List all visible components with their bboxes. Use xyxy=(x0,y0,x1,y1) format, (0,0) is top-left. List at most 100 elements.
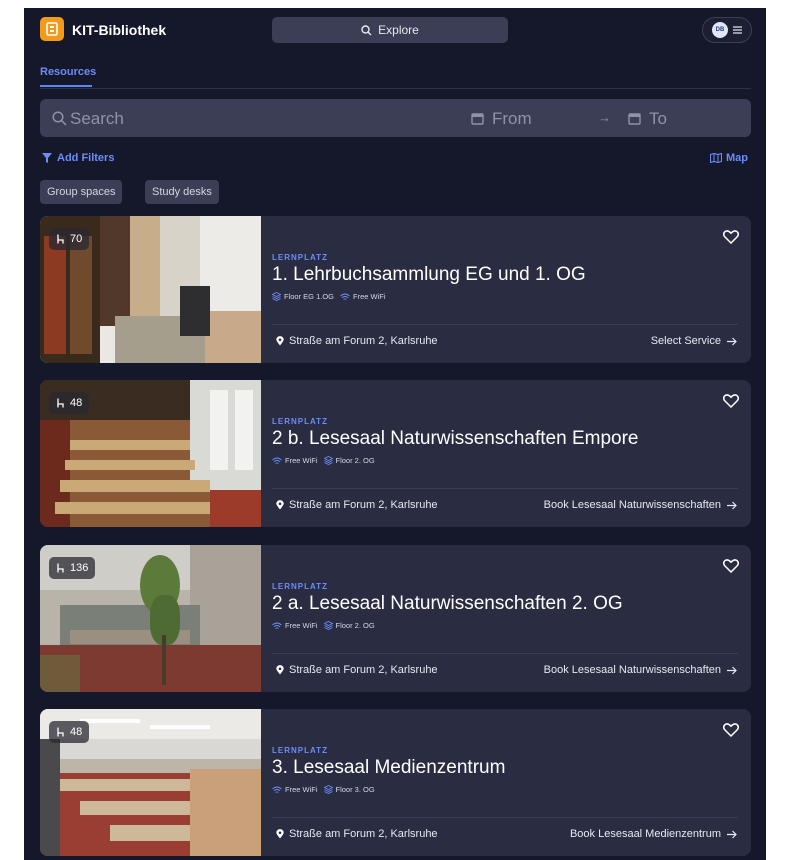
seat-count-badge: 70 xyxy=(49,228,90,250)
search-input[interactable]: Search xyxy=(70,109,124,129)
resource-type: LERNPLATZ xyxy=(272,746,328,755)
resource-card[interactable]: 136 LERNPLATZ 2 a. Lesesaal Naturwissens… xyxy=(40,545,751,692)
address: Straße am Forum 2, Karlsruhe xyxy=(276,499,438,511)
menu-icon xyxy=(733,26,742,34)
tab-divider xyxy=(40,88,751,89)
seat-count: 70 xyxy=(70,233,83,245)
add-filters-button[interactable]: Add Filters xyxy=(42,152,114,164)
card-divider xyxy=(272,488,738,489)
seat-icon xyxy=(57,234,64,244)
explore-button[interactable]: Explore xyxy=(272,17,508,43)
location-pin-icon xyxy=(276,829,284,839)
search-icon xyxy=(361,24,372,35)
user-menu-button[interactable]: DB xyxy=(702,17,752,43)
cta-label: Book Lesesaal Medienzentrum xyxy=(569,828,721,840)
resource-card[interactable]: 48 LERNPLATZ 3. Lesesaal Medienzentrum F… xyxy=(40,709,751,856)
location-pin-icon xyxy=(276,336,284,346)
search-bar: Search From → To xyxy=(40,99,751,137)
map-label: Map xyxy=(726,152,748,164)
resource-tags: Floor EG 1.OG Free WiFi xyxy=(272,292,386,301)
resource-title[interactable]: 1. Lehrbuchsammlung EG und 1. OG xyxy=(272,264,586,286)
seat-count: 136 xyxy=(70,562,89,574)
wifi-tag: Free WiFi xyxy=(272,785,318,794)
filter-icon xyxy=(42,153,52,163)
wifi-label: Free WiFi xyxy=(285,456,318,465)
favorite-heart-icon[interactable] xyxy=(722,723,740,742)
address-text: Straße am Forum 2, Karlsruhe xyxy=(289,664,438,676)
layers-icon xyxy=(323,456,333,465)
resource-title[interactable]: 2 a. Lesesaal Naturwissenschaften 2. OG xyxy=(272,593,623,615)
layers-icon xyxy=(272,292,281,301)
cta-label: Book Lesesaal Naturwissenschaften xyxy=(543,664,721,676)
seat-count-badge: 48 xyxy=(49,721,90,743)
floor-tag: Floor 2. OG xyxy=(323,621,375,630)
avatar: DB xyxy=(712,22,728,38)
book-button[interactable]: Book Lesesaal Naturwissenschaften xyxy=(544,499,737,511)
map-button[interactable]: Map xyxy=(710,152,748,164)
chip-study-desks[interactable]: Study desks xyxy=(145,180,219,204)
floor-label: Floor 2. OG xyxy=(335,621,375,630)
add-filters-label: Add Filters xyxy=(57,152,115,164)
seat-icon xyxy=(57,727,64,737)
chip-group-spaces[interactable]: Group spaces xyxy=(40,180,123,204)
book-button[interactable]: Book Lesesaal Medienzentrum xyxy=(570,828,737,840)
book-button[interactable]: Book Lesesaal Naturwissenschaften xyxy=(544,664,737,676)
wifi-label: Free WiFi xyxy=(353,292,386,301)
app-title[interactable]: KIT-Bibliothek xyxy=(72,22,166,38)
resource-title[interactable]: 2 b. Lesesaal Naturwissenschaften Empore xyxy=(272,428,638,450)
seat-count: 48 xyxy=(70,726,83,738)
address: Straße am Forum 2, Karlsruhe xyxy=(276,828,438,840)
address-text: Straße am Forum 2, Karlsruhe xyxy=(289,499,438,511)
floor-tag: Floor EG 1.OG xyxy=(272,292,334,301)
location-pin-icon xyxy=(276,665,284,675)
seat-count-badge: 48 xyxy=(49,392,90,414)
favorite-heart-icon[interactable] xyxy=(722,230,740,249)
app-root: KIT-Bibliothek Explore DB Resources Sear… xyxy=(24,8,766,860)
seat-icon xyxy=(57,563,64,573)
floor-tag: Floor 2. OG xyxy=(323,456,375,465)
wifi-tag: Free WiFi xyxy=(340,292,386,301)
select-service-button[interactable]: Select Service xyxy=(651,335,737,347)
explore-label: Explore xyxy=(378,23,419,37)
favorite-heart-icon[interactable] xyxy=(722,559,740,578)
wifi-label: Free WiFi xyxy=(285,621,318,630)
wifi-icon xyxy=(340,293,350,300)
resource-card[interactable]: 70 LERNPLATZ 1. Lehrbuchsammlung EG und … xyxy=(40,216,751,363)
map-icon xyxy=(710,153,722,163)
calendar-icon xyxy=(628,113,641,125)
tab-active-indicator xyxy=(40,85,92,87)
address: Straße am Forum 2, Karlsruhe xyxy=(276,335,438,347)
floor-label: Floor 2. OG xyxy=(335,456,375,465)
seat-icon xyxy=(57,398,64,408)
wifi-icon xyxy=(272,786,282,793)
cta-label: Select Service xyxy=(650,335,721,347)
search-icon xyxy=(52,111,67,126)
arrow-right-icon xyxy=(727,830,737,838)
wifi-icon xyxy=(272,457,282,464)
seat-count-badge: 136 xyxy=(49,557,96,579)
address-text: Straße am Forum 2, Karlsruhe xyxy=(289,828,438,840)
resource-type: LERNPLATZ xyxy=(272,582,328,591)
wifi-icon xyxy=(272,622,282,629)
arrow-right-icon xyxy=(727,501,737,509)
to-date-input[interactable]: To xyxy=(649,109,667,129)
favorite-heart-icon[interactable] xyxy=(722,394,740,413)
cta-label: Book Lesesaal Naturwissenschaften xyxy=(543,499,721,511)
seat-count: 48 xyxy=(70,397,83,409)
resource-type: LERNPLATZ xyxy=(272,417,328,426)
resource-tags: Free WiFi Floor 2. OG xyxy=(272,456,375,465)
tab-resources[interactable]: Resources xyxy=(40,66,96,78)
resource-title[interactable]: 3. Lesesaal Medienzentrum xyxy=(272,757,505,779)
resource-card[interactable]: 48 LERNPLATZ 2 b. Lesesaal Naturwissensc… xyxy=(40,380,751,527)
arrow-right-icon: → xyxy=(598,110,611,125)
card-divider xyxy=(272,324,738,325)
address: Straße am Forum 2, Karlsruhe xyxy=(276,664,438,676)
wifi-tag: Free WiFi xyxy=(272,621,318,630)
wifi-label: Free WiFi xyxy=(285,785,318,794)
from-date-input[interactable]: From xyxy=(492,109,532,129)
location-pin-icon xyxy=(276,500,284,510)
floor-label: Floor EG 1.OG xyxy=(284,292,335,301)
library-logo-icon[interactable] xyxy=(40,17,64,41)
arrow-right-icon xyxy=(727,666,737,674)
layers-icon xyxy=(323,785,333,794)
